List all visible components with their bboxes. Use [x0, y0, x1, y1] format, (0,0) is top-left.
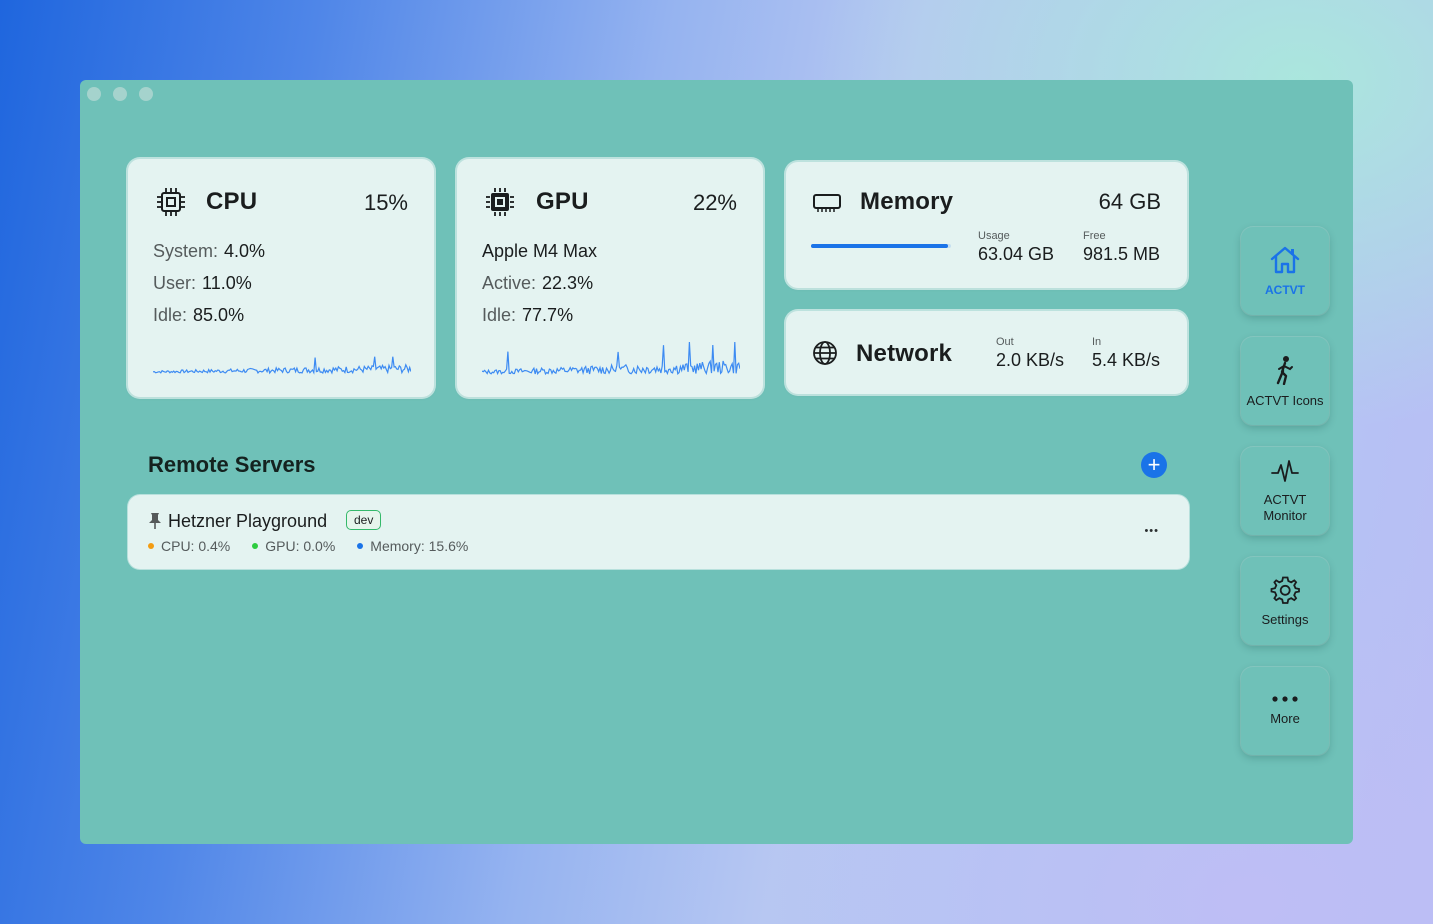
network-in-value: 5.4 KB/s: [1092, 350, 1161, 370]
memory-usage-bar: [811, 244, 951, 248]
network-card[interactable]: Network Out 2.0 KB/s In 5.4 KB/s: [786, 311, 1187, 394]
memory-usage-value: 63.04 GB: [978, 244, 1055, 264]
window-controls: [87, 87, 153, 101]
gpu-active-stat: Active: 22.3%: [482, 273, 594, 293]
cpu-title: CPU: [206, 188, 258, 215]
server-tag: dev: [346, 510, 382, 530]
close-window-button[interactable]: [87, 87, 101, 101]
sidebar-item-settings[interactable]: Settings: [1241, 557, 1329, 645]
gpu-card[interactable]: GPU 22% Apple M4 Max Active: 22.3% Idle: 7…: [457, 159, 763, 397]
cpu-card[interactable]: CPU 15% System: 4.0% User: 11.0% Idle: 85.0…: [128, 159, 434, 397]
cpu-dot: [148, 543, 154, 549]
sparkline-path: [482, 341, 740, 376]
server-memory-metric: Memory: 15.6%: [357, 538, 468, 554]
cpu-idle-stat: Idle: 85.0%: [153, 305, 245, 325]
memory-free-label: Free: [1083, 230, 1106, 242]
server-more-button[interactable]: •••: [1144, 525, 1159, 537]
walking-figure-icon: [1276, 356, 1293, 385]
cpu-chip-icon: [157, 188, 185, 216]
gpu-title: GPU: [536, 188, 589, 215]
gpu-percent: 22%: [692, 190, 737, 215]
app-window: CPU 15% System: 4.0% User: 11.0% Idle: 85.0…: [80, 80, 1353, 844]
remote-servers-title: Remote Servers: [148, 452, 316, 477]
sidebar-item-label: More: [1270, 711, 1300, 726]
gpu-dot: [252, 543, 259, 549]
memory-card[interactable]: Memory 64 GB Usage 63.04 GB Free 981.5 M…: [786, 162, 1187, 288]
server-memory-text: Memory: 15.6%: [370, 538, 469, 554]
pulse-icon: [1271, 460, 1299, 482]
sidebar-item-label: ACTVT Icons: [1246, 393, 1324, 408]
sidebar-item-label: ACTVT: [1265, 283, 1305, 297]
memory-module-icon: [813, 194, 841, 212]
network-out-value: 2.0 KB/s: [996, 350, 1065, 370]
gpu-idle-stat: Idle: 77.7%: [482, 305, 574, 325]
network-in-label: In: [1092, 336, 1102, 348]
house-icon: [1270, 246, 1300, 274]
gpu-usage-sparkline: [482, 341, 740, 376]
memory-dot: [357, 543, 364, 549]
server-metrics: CPU: 0.4% GPU: 0.0% Memory: 15.6%: [148, 538, 468, 554]
sidebar-item-actvt[interactable]: ACTVT: [1241, 227, 1329, 315]
memory-free-value: 981.5 MB: [1083, 244, 1161, 264]
sparkline-path: [153, 356, 411, 375]
minimize-window-button[interactable]: [113, 87, 127, 101]
network-title: Network: [856, 340, 953, 367]
cpu-usage-sparkline: [153, 356, 411, 375]
cpu-user-stat: User: 11.0%: [153, 273, 252, 293]
server-gpu-text: GPU: 0.0%: [265, 538, 336, 554]
sidebar-item-label: ACTVT Monitor: [1263, 492, 1307, 523]
gpu-chip-icon: [486, 188, 514, 216]
memory-title: Memory: [860, 188, 954, 215]
server-name: Hetzner Playground: [168, 511, 328, 531]
globe-icon: [813, 341, 837, 365]
gpu-model: Apple M4 Max: [482, 241, 598, 261]
sidebar-item-more[interactable]: More: [1241, 667, 1329, 755]
network-out-label: Out: [996, 336, 1014, 348]
server-cpu-text: CPU: 0.4%: [161, 538, 231, 554]
cpu-percent: 15%: [363, 190, 408, 215]
server-row[interactable]: Hetzner Playground dev CPU: 0.4% GPU: 0.…: [128, 495, 1189, 569]
cpu-system-stat: System: 4.0%: [153, 241, 266, 261]
pin-icon: [149, 513, 161, 529]
server-gpu-metric: GPU: 0.0%: [252, 538, 335, 554]
memory-total: 64 GB: [1098, 189, 1161, 214]
server-cpu-metric: CPU: 0.4%: [148, 538, 230, 554]
memory-usage-bar-fill: [811, 244, 949, 248]
memory-usage-label: Usage: [978, 230, 1010, 242]
sidebar-item-label: Settings: [1261, 612, 1309, 627]
gear-icon: [1270, 576, 1300, 604]
sidebar-item-actvt-monitor[interactable]: ACTVT Monitor: [1241, 447, 1329, 535]
zoom-window-button[interactable]: [139, 87, 153, 101]
ellipsis-icon: [1272, 696, 1298, 702]
add-server-button[interactable]: +: [1141, 452, 1167, 478]
sidebar-item-actvt-icons[interactable]: ACTVT Icons: [1241, 337, 1329, 425]
